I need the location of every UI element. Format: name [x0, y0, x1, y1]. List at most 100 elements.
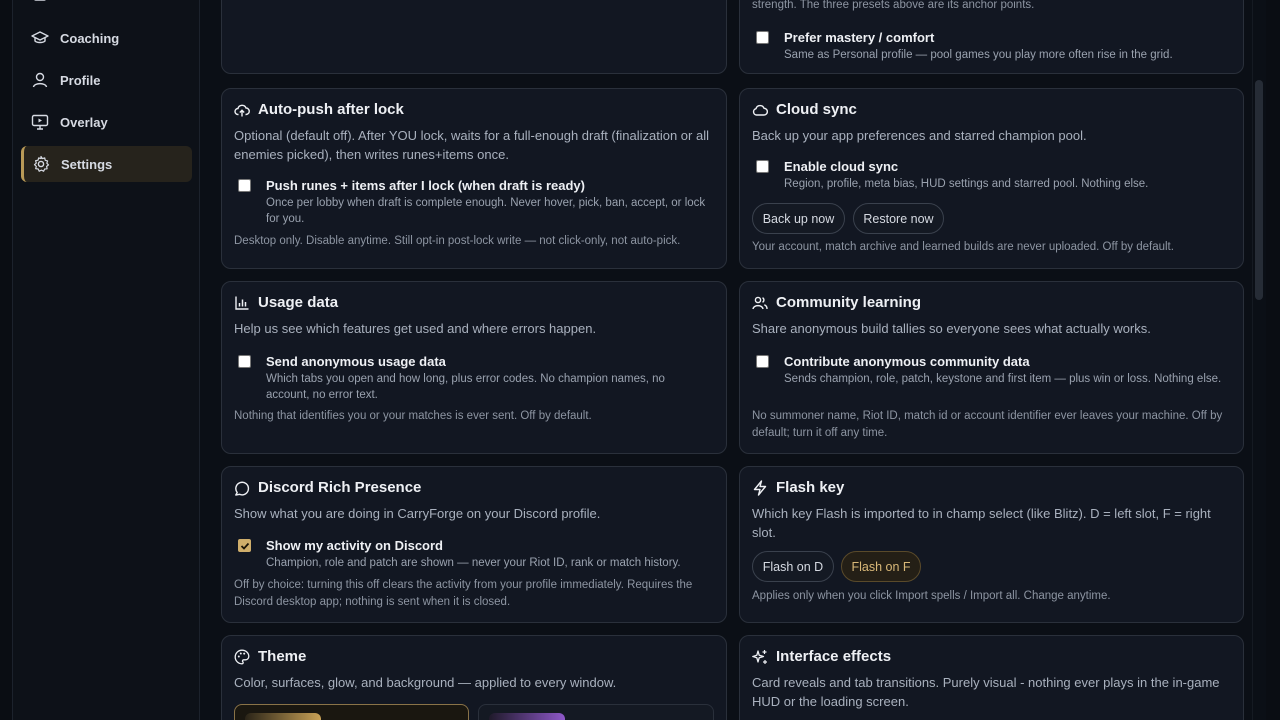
- scrollbar-thumb[interactable]: [1255, 80, 1263, 300]
- gear-icon: [32, 155, 50, 173]
- graduation-cap-icon: [31, 29, 49, 47]
- sidebar-item-partial[interactable]: [21, 0, 192, 12]
- card-description: Help us see which features get used and …: [234, 321, 597, 336]
- sidebar-item-overlay[interactable]: Overlay: [21, 104, 192, 140]
- checkbox-label: Prefer mastery / comfort: [784, 30, 935, 45]
- prefer-mastery-checkbox[interactable]: [756, 31, 769, 44]
- community-learning-card: Community learning Share anonymous build…: [739, 281, 1244, 454]
- flash-key-card: Flash key Which key Flash is imported to…: [739, 466, 1244, 623]
- flash-on-f-option[interactable]: Flash on F: [841, 551, 921, 582]
- interface-effects-title: Interface effects: [776, 648, 892, 665]
- card-description: Back up your app preferences and starred…: [752, 128, 1087, 143]
- autopush-row[interactable]: Push runes + items after I lock (when dr…: [238, 177, 706, 227]
- autopush-checkbox[interactable]: [238, 179, 251, 192]
- checkbox-label: Enable cloud sync: [784, 159, 899, 174]
- zap-icon: [752, 479, 768, 496]
- sidebar-item-label: Settings: [61, 156, 113, 172]
- violet-swatch-preview: [489, 713, 565, 720]
- discord-activity-row[interactable]: Show my activity on Discord Champion, ro…: [238, 537, 681, 571]
- discord-activity-checkbox[interactable]: [238, 539, 251, 552]
- theme-card: Theme Color, surfaces, glow, and backgro…: [221, 635, 727, 720]
- theme-title: Theme: [258, 648, 307, 665]
- card-description: Show what you are doing in CarryForge on…: [234, 506, 601, 521]
- user-icon: [31, 71, 49, 89]
- card-note: No summoner name, Riot ID, match id or a…: [752, 410, 1223, 439]
- autopush-card: Auto-push after lock Optional (default o…: [221, 88, 727, 269]
- cloud-sync-row[interactable]: Enable cloud sync Region, profile, meta …: [756, 158, 1148, 192]
- users-icon: [752, 295, 768, 311]
- cloud-sync-checkbox[interactable]: [756, 160, 769, 173]
- settings-content: strength. The three presets above are it…: [200, 0, 1266, 720]
- card-text: strength. The three presets above are it…: [752, 0, 1035, 11]
- checkbox-description: Region, profile, meta bias, HUD settings…: [784, 178, 1149, 190]
- sidebar-item-label: Profile: [60, 72, 101, 88]
- community-learning-title: Community learning: [776, 294, 922, 311]
- discord-card: Discord Rich Presence Show what you are …: [221, 466, 727, 623]
- autopush-title: Auto-push after lock: [258, 101, 404, 118]
- checkbox-label: Push runes + items after I lock (when dr…: [266, 178, 585, 193]
- partial-card-left: [221, 0, 727, 74]
- checkbox-label: Show my activity on Discord: [266, 538, 443, 553]
- partial-card-right: strength. The three presets above are it…: [739, 0, 1244, 74]
- card-title: Theme: [234, 648, 306, 665]
- interface-effects-card: Interface effects Card reveals and tab t…: [739, 635, 1244, 720]
- card-title: Community learning: [752, 294, 921, 311]
- sparkles-icon: [752, 649, 768, 665]
- checkbox-description: Once per lobby when draft is complete en…: [266, 197, 706, 225]
- usage-data-checkbox[interactable]: [238, 355, 251, 368]
- sidebar-item-settings[interactable]: Settings: [21, 146, 192, 182]
- discord-title: Discord Rich Presence: [258, 479, 422, 496]
- card-title: Flash key: [752, 479, 844, 496]
- sword-icon: [31, 0, 49, 3]
- checkbox-description: Sends champion, role, patch, keystone an…: [784, 373, 1222, 385]
- gold-swatch-preview: [245, 713, 321, 720]
- theme-swatch-gold[interactable]: [234, 704, 469, 720]
- card-title: Cloud sync: [752, 101, 857, 118]
- checkbox-description: Same as Personal profile — pool games yo…: [784, 49, 1173, 61]
- card-title: Discord Rich Presence: [234, 479, 421, 496]
- sidebar-item-label: Coaching: [60, 30, 120, 46]
- card-note: Nothing that identifies you or your matc…: [234, 410, 592, 422]
- cloud-upload-icon: [234, 102, 250, 118]
- card-title: Auto-push after lock: [234, 101, 404, 118]
- card-description: Color, surfaces, glow, and background — …: [234, 675, 617, 690]
- bar-chart-icon: [234, 295, 250, 311]
- flash-on-d-option[interactable]: Flash on D: [752, 551, 834, 582]
- community-data-checkbox[interactable]: [756, 355, 769, 368]
- card-title: Interface effects: [752, 648, 891, 665]
- card-note: Your account, match archive and learned …: [752, 241, 1174, 253]
- message-circle-icon: [234, 480, 250, 496]
- checkbox-label: Send anonymous usage data: [266, 354, 446, 369]
- checkbox-label: Contribute anonymous community data: [784, 354, 1030, 369]
- cloud-sync-card: Cloud sync Back up your app preferences …: [739, 88, 1244, 269]
- card-description: Share anonymous build tallies so everyon…: [752, 321, 1151, 336]
- card-note: Off by choice: turning this off clears t…: [234, 579, 693, 608]
- card-note: Desktop only. Disable anytime. Still opt…: [234, 235, 681, 247]
- community-data-row[interactable]: Contribute anonymous community data Send…: [756, 353, 1224, 387]
- card-description: Card reveals and tab transitions. Purely…: [752, 675, 1220, 709]
- sidebar-item-profile[interactable]: Profile: [21, 62, 192, 98]
- restore-now-button[interactable]: Restore now: [853, 203, 944, 234]
- sidebar: Coaching Profile Overlay Settings: [12, 0, 200, 720]
- sidebar-item-label: Overlay: [60, 114, 108, 130]
- backup-now-button[interactable]: Back up now: [752, 203, 845, 234]
- monitor-play-icon: [31, 113, 49, 131]
- scrollbar[interactable]: [1252, 0, 1266, 720]
- palette-icon: [234, 649, 250, 665]
- prefer-mastery-row[interactable]: Prefer mastery / comfort Same as Persona…: [756, 29, 1173, 63]
- cloud-sync-title: Cloud sync: [776, 101, 857, 118]
- sidebar-item-coaching[interactable]: Coaching: [21, 20, 192, 56]
- cloud-icon: [752, 102, 768, 118]
- flash-key-title: Flash key: [776, 479, 845, 496]
- usage-data-title: Usage data: [258, 294, 339, 311]
- checkbox-description: Champion, role and patch are shown — nev…: [266, 557, 681, 569]
- checkmark-icon: [240, 542, 249, 550]
- theme-swatch-violet[interactable]: [478, 704, 714, 720]
- card-title: Usage data: [234, 294, 338, 311]
- card-description: Which key Flash is imported to in champ …: [752, 506, 1211, 540]
- usage-data-row[interactable]: Send anonymous usage data Which tabs you…: [238, 353, 706, 403]
- checkbox-description: Which tabs you open and how long, plus e…: [266, 373, 665, 401]
- card-description: Optional (default off). After YOU lock, …: [234, 128, 709, 162]
- card-note: Applies only when you click Import spell…: [752, 590, 1111, 602]
- usage-data-card: Usage data Help us see which features ge…: [221, 281, 727, 454]
